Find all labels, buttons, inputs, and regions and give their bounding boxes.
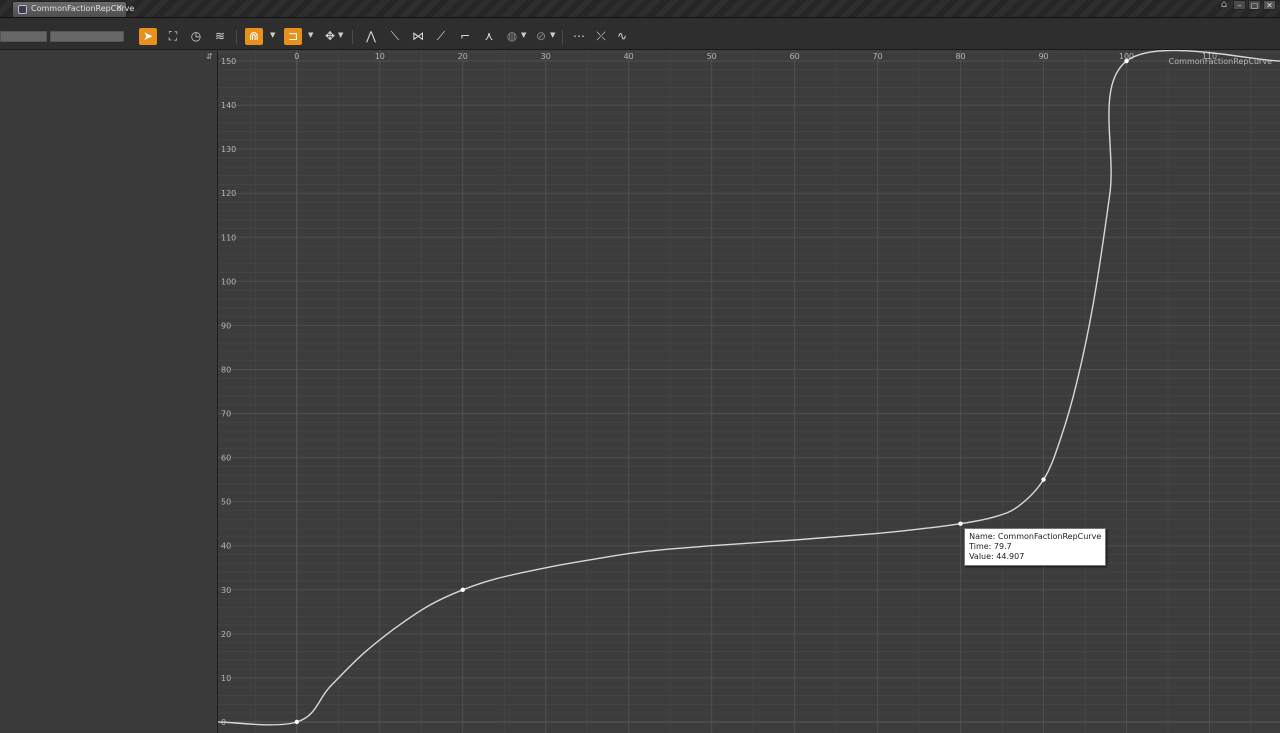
- y-tick-label: 90: [221, 321, 231, 330]
- pointer-icon: ➤: [142, 29, 154, 43]
- select-tool-button[interactable]: ➤: [139, 28, 157, 45]
- y-tick-label: 100: [221, 277, 236, 286]
- document-tab[interactable]: CommonFactionRepCurve ×: [12, 1, 134, 17]
- x-tick-label: 10: [375, 52, 385, 61]
- chevron-down-icon[interactable]: ▼: [521, 31, 526, 39]
- break-tangent-button[interactable]: ⋈: [409, 28, 427, 45]
- y-tick-label: 40: [221, 542, 231, 551]
- curve-graph-svg[interactable]: 0 10 20 30 40 50 60 70 80 90 100 110 01020304050607…: [218, 50, 1280, 733]
- post-infinity-icon: ⊘: [535, 29, 547, 43]
- move-icon: ✥: [324, 29, 336, 43]
- user-tangent-button[interactable]: ⟍: [386, 28, 404, 45]
- tooltip-name: Name: CommonFactionRepCurve: [969, 532, 1102, 542]
- magnet-icon: ⋒: [248, 29, 260, 43]
- y-tick-label: 20: [221, 630, 231, 639]
- y-tick-label: 30: [221, 586, 231, 595]
- x-tick-label: 60: [790, 52, 800, 61]
- key-tooltip: Name: CommonFactionRepCurve Time: 79.7 V…: [964, 528, 1107, 567]
- transform-button[interactable]: ✥: [321, 28, 339, 45]
- filter-button[interactable]: ∿: [613, 28, 631, 45]
- auto-tangent-button[interactable]: ⋀: [362, 28, 380, 45]
- auto-tangent-icon: ⋀: [366, 29, 376, 43]
- close-button[interactable]: ✕: [1263, 0, 1276, 10]
- curve-list-panel: [0, 50, 218, 733]
- constant-tangent-button[interactable]: ⌐: [456, 28, 474, 45]
- chevron-down-icon[interactable]: ▼: [270, 31, 275, 39]
- chevron-down-icon[interactable]: ▼: [308, 31, 313, 39]
- flatten-tangent-button[interactable]: ⋏: [480, 28, 498, 45]
- toolbar-divider: [562, 30, 563, 44]
- post-infinity-button[interactable]: ⊘: [532, 28, 550, 45]
- filter-icon: ∿: [616, 29, 628, 43]
- input-field-2[interactable]: [50, 31, 124, 42]
- curve-key-point[interactable]: [958, 521, 963, 526]
- curves-tool-button[interactable]: ≋: [211, 28, 229, 45]
- curve-key-point[interactable]: [460, 587, 465, 592]
- y-tick-label: 80: [221, 365, 231, 374]
- flatten-keys-button[interactable]: ⤫: [592, 28, 610, 45]
- tooltip-time: Time: 79.7: [969, 542, 1012, 552]
- linear-tangent-button[interactable]: ⟋: [432, 28, 450, 45]
- x-tick-label: 80: [955, 52, 965, 61]
- x-tick-label: 90: [1038, 52, 1048, 61]
- snap-time-button[interactable]: ⊐: [284, 28, 302, 45]
- x-tick-label: 70: [873, 52, 883, 61]
- curve-editor-toolbar: ➤ ⛶ ◷ ≋ ⋒ ▼ ⊐ ▼ ✥ ▼ ⋀ ⟍ ⋈ ⟋ ⌐ ⋏ ◍ ▼ ⊘ ▼ …: [0, 18, 1280, 50]
- constant-tangent-icon: ⌐: [459, 29, 471, 43]
- maximize-button[interactable]: ▢: [1248, 0, 1261, 10]
- window-controls: ⌂ – ▢ ✕: [1217, 0, 1276, 12]
- help-icon[interactable]: ⌂: [1217, 0, 1231, 10]
- curve-name-label: CommonFactionRepCurve: [1168, 57, 1272, 66]
- y-tick-label: 140: [221, 101, 236, 110]
- toolbar-divider: [352, 30, 353, 44]
- user-tangent-icon: ⟍: [390, 29, 400, 43]
- snap-value-button[interactable]: ⋒: [245, 28, 263, 45]
- snap-time-icon: ⊐: [287, 29, 299, 43]
- input-field-1[interactable]: [0, 31, 47, 42]
- axis-scale-icon[interactable]: ⇵: [206, 52, 213, 61]
- minimize-button[interactable]: –: [1233, 0, 1246, 10]
- y-tick-label: 120: [221, 189, 236, 198]
- add-key-button[interactable]: ⋯: [570, 28, 588, 45]
- tooltip-value: Value: 44.907: [969, 552, 1025, 562]
- y-tick-label: 130: [221, 145, 236, 154]
- time-tool-button[interactable]: ◷: [187, 28, 205, 45]
- curve-graph[interactable]: 0 10 20 30 40 50 60 70 80 90 100 110 0 10 20 30 40 50 60 7…: [206, 50, 1280, 733]
- x-tick-label: 0: [294, 52, 299, 61]
- chevron-down-icon[interactable]: ▼: [338, 31, 343, 39]
- y-tick-label: 110: [221, 233, 236, 242]
- pre-infinity-button[interactable]: ◍: [503, 28, 521, 45]
- x-tick-label: 50: [707, 52, 717, 61]
- linear-tangent-icon: ⟋: [436, 29, 446, 43]
- y-tick-label: 60: [221, 454, 231, 463]
- flatten-keys-icon: ⤫: [596, 29, 606, 43]
- curves-icon: ≋: [214, 29, 226, 43]
- add-key-icon: ⋯: [573, 29, 585, 43]
- pre-infinity-icon: ◍: [506, 29, 518, 43]
- frame-tool-button[interactable]: ⛶: [164, 28, 182, 45]
- toolbar-divider: [236, 30, 237, 44]
- flatten-tangent-icon: ⋏: [484, 29, 494, 43]
- y-tick-label: 10: [221, 674, 231, 683]
- curve-key-point[interactable]: [1124, 58, 1129, 64]
- y-tick-label: 50: [221, 498, 231, 507]
- clock-icon: ◷: [190, 29, 202, 43]
- break-tangent-icon: ⋈: [412, 29, 424, 43]
- x-tick-label: 20: [458, 52, 468, 61]
- title-bar: CommonFactionRepCurve × ⌂ – ▢ ✕: [0, 0, 1280, 18]
- x-tick-label: 40: [624, 52, 634, 61]
- frame-icon: ⛶: [168, 29, 178, 43]
- curve-asset-icon: [18, 5, 27, 14]
- curve-key-point[interactable]: [294, 719, 300, 725]
- curve-key-point[interactable]: [1041, 477, 1046, 482]
- y-tick-label: 70: [221, 410, 231, 419]
- tab-close-icon[interactable]: ×: [115, 3, 123, 13]
- x-tick-label: 30: [541, 52, 551, 61]
- curve-line: [218, 50, 1280, 726]
- chevron-down-icon[interactable]: ▼: [550, 31, 555, 39]
- y-tick-label: 150: [221, 57, 236, 66]
